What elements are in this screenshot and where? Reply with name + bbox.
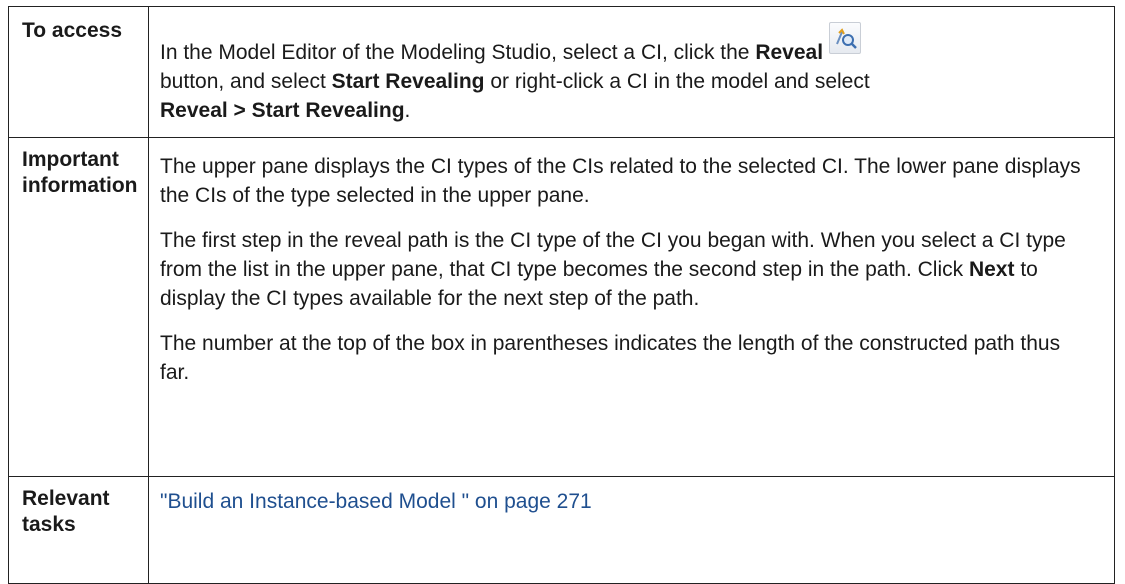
row-to-access: To access In the Model Editor of the Mod… [8,6,1115,138]
heading-text: To access [22,19,123,42]
text-segment: or right-click a CI in the model and sel… [484,70,870,93]
build-instance-based-model-link[interactable]: "Build an Instance-based Model " on page… [160,490,592,513]
text-segment: In the Model Editor of the Modeling Stud… [160,41,756,64]
paragraph-path-length: The number at the top of the box in pare… [160,332,1061,384]
bold-term: Next [968,258,1015,281]
row-heading-important-information: Important information [8,137,149,477]
heading-text: information [22,174,138,197]
access-description: In the Model Editor of the Modeling Stud… [148,6,1115,138]
row-heading-relevant-tasks: Relevant tasks [8,476,149,584]
heading-text: tasks [22,513,76,536]
bold-term: Start Revealing [331,70,485,93]
reveal-search-icon [829,22,862,54]
row-heading-to-access: To access [8,6,149,138]
row-important-information: Important information The upper pane dis… [8,137,1115,477]
relevant-tasks-body: "Build an Instance-based Model " on page… [148,476,1115,584]
text-segment: button, and select [160,70,332,93]
text-segment: . [404,99,411,122]
paragraph-upper-lower-pane: The upper pane displays the CI types of … [160,155,1081,207]
paragraph-reveal-path: The first step in the reveal path is the… [160,226,1094,313]
text-segment: The first step in the reveal path is the… [160,229,1066,281]
reference-table: To access In the Model Editor of the Mod… [8,6,1115,584]
heading-text: Relevant [22,487,110,510]
heading-text: Important [22,148,119,171]
important-information-body: The upper pane displays the CI types of … [148,137,1115,477]
bold-term: Reveal > Start Revealing [160,99,405,122]
bold-term: Reveal [755,41,824,64]
row-relevant-tasks: Relevant tasks "Build an Instance-based … [8,476,1115,584]
